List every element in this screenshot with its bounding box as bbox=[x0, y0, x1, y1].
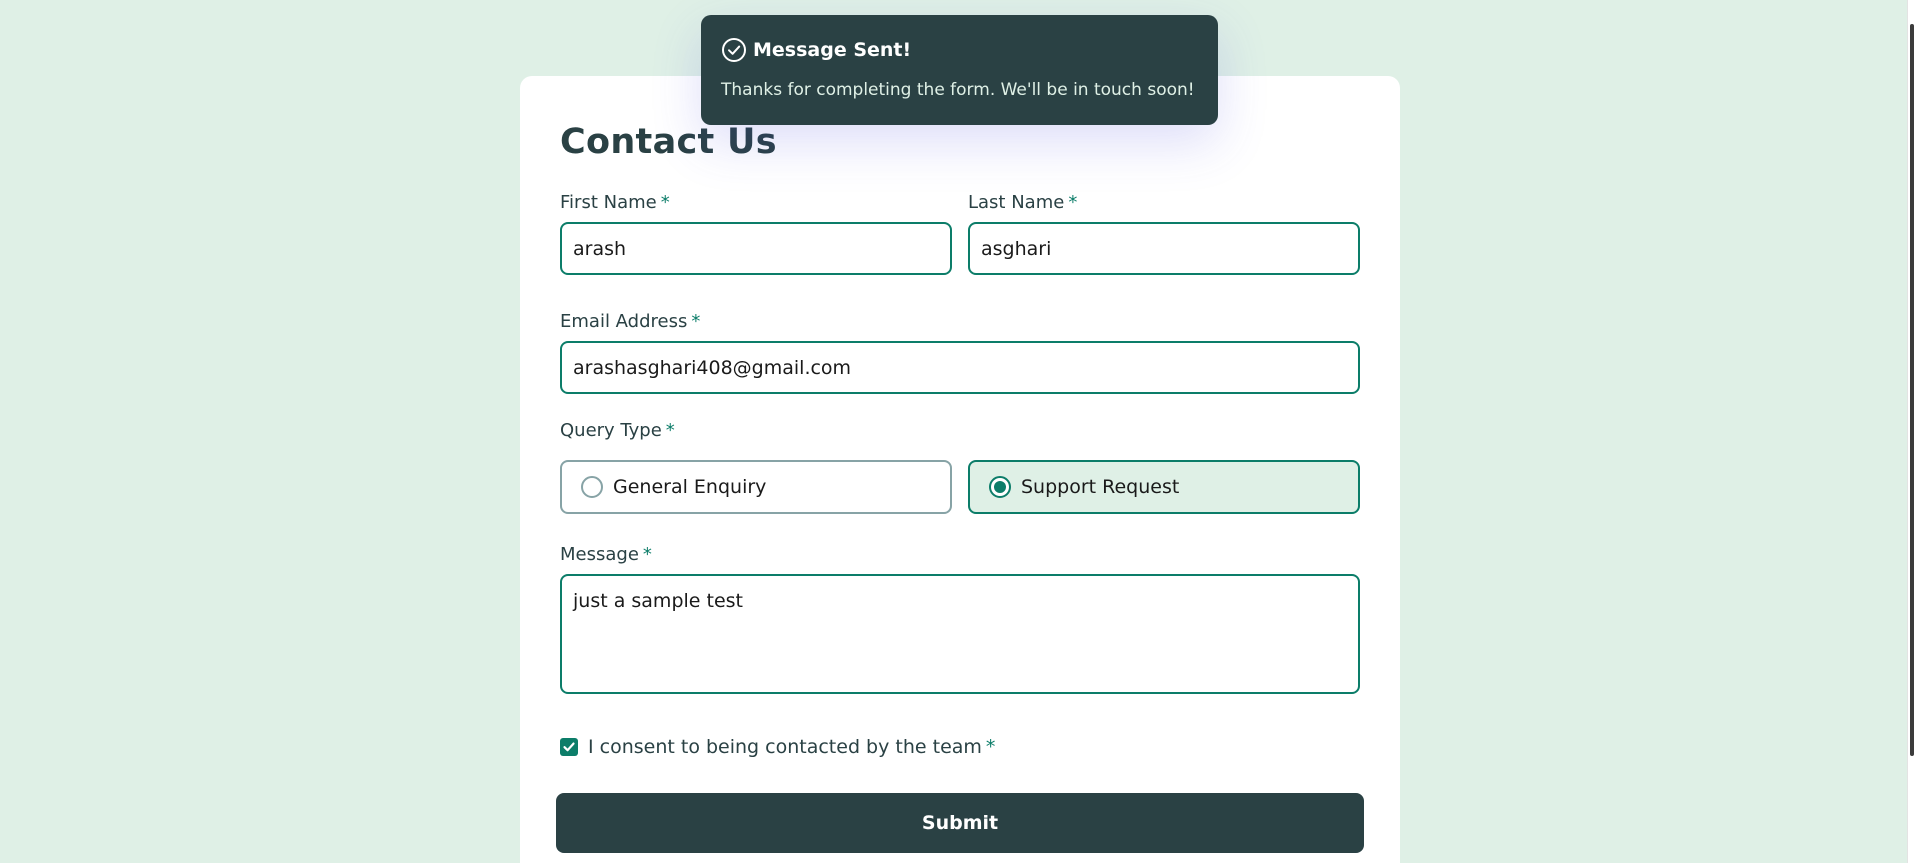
message-textarea[interactable]: just a sample test bbox=[560, 574, 1360, 694]
toast-header: Message Sent! bbox=[721, 37, 911, 63]
last-name-label: Last Name * bbox=[968, 192, 1077, 213]
toast-title: Message Sent! bbox=[753, 39, 912, 61]
consent-label-text: I consent to being contacted by the team bbox=[588, 736, 982, 758]
required-marker: * bbox=[660, 192, 670, 213]
required-marker: * bbox=[642, 544, 652, 565]
query-type-label: Query Type * bbox=[560, 420, 675, 441]
consent-label: I consent to being contacted by the team… bbox=[588, 736, 995, 758]
email-label: Email Address * bbox=[560, 311, 700, 332]
radio-support-request[interactable]: Support Request bbox=[968, 460, 1360, 514]
last-name-value: asghari bbox=[981, 237, 1052, 260]
vertical-scrollbar[interactable] bbox=[1907, 0, 1917, 863]
email-value: arashasghari408@gmail.com bbox=[573, 356, 852, 379]
required-marker: * bbox=[985, 736, 996, 758]
message-label: Message * bbox=[560, 544, 652, 565]
first-name-input[interactable]: arash bbox=[560, 222, 952, 275]
required-marker: * bbox=[691, 311, 701, 332]
scrollbar-thumb[interactable] bbox=[1910, 24, 1914, 756]
first-name-label-text: First Name bbox=[560, 192, 657, 213]
message-label-text: Message bbox=[560, 544, 639, 565]
last-name-input[interactable]: asghari bbox=[968, 222, 1360, 275]
radio-support-request-label: Support Request bbox=[1021, 476, 1180, 498]
first-name-value: arash bbox=[573, 237, 627, 260]
consent-checkbox[interactable] bbox=[560, 738, 578, 756]
page-title: Contact Us bbox=[560, 122, 777, 162]
radio-general-enquiry[interactable]: General Enquiry bbox=[560, 460, 952, 514]
toast-message: Thanks for completing the form. We'll be… bbox=[721, 80, 1195, 100]
check-circle-icon bbox=[722, 38, 746, 62]
radio-button-unchecked[interactable] bbox=[581, 476, 603, 498]
success-toast: Message Sent! Thanks for completing the … bbox=[701, 15, 1218, 125]
submit-button[interactable]: Submit bbox=[556, 793, 1364, 853]
required-marker: * bbox=[665, 420, 675, 441]
query-type-label-text: Query Type bbox=[560, 420, 662, 441]
checkmark-icon bbox=[563, 742, 575, 752]
message-value: just a sample test bbox=[573, 590, 743, 612]
required-marker: * bbox=[1068, 192, 1078, 213]
first-name-label: First Name * bbox=[560, 192, 670, 213]
email-input[interactable]: arashasghari408@gmail.com bbox=[560, 341, 1360, 394]
last-name-label-text: Last Name bbox=[968, 192, 1065, 213]
email-label-text: Email Address bbox=[560, 311, 688, 332]
contact-form-card: Contact Us First Name * arash Last Name * … bbox=[520, 76, 1400, 863]
radio-button-checked[interactable] bbox=[989, 476, 1011, 498]
radio-general-enquiry-label: General Enquiry bbox=[613, 476, 767, 498]
consent-checkbox-row[interactable]: I consent to being contacted by the team… bbox=[560, 736, 995, 758]
